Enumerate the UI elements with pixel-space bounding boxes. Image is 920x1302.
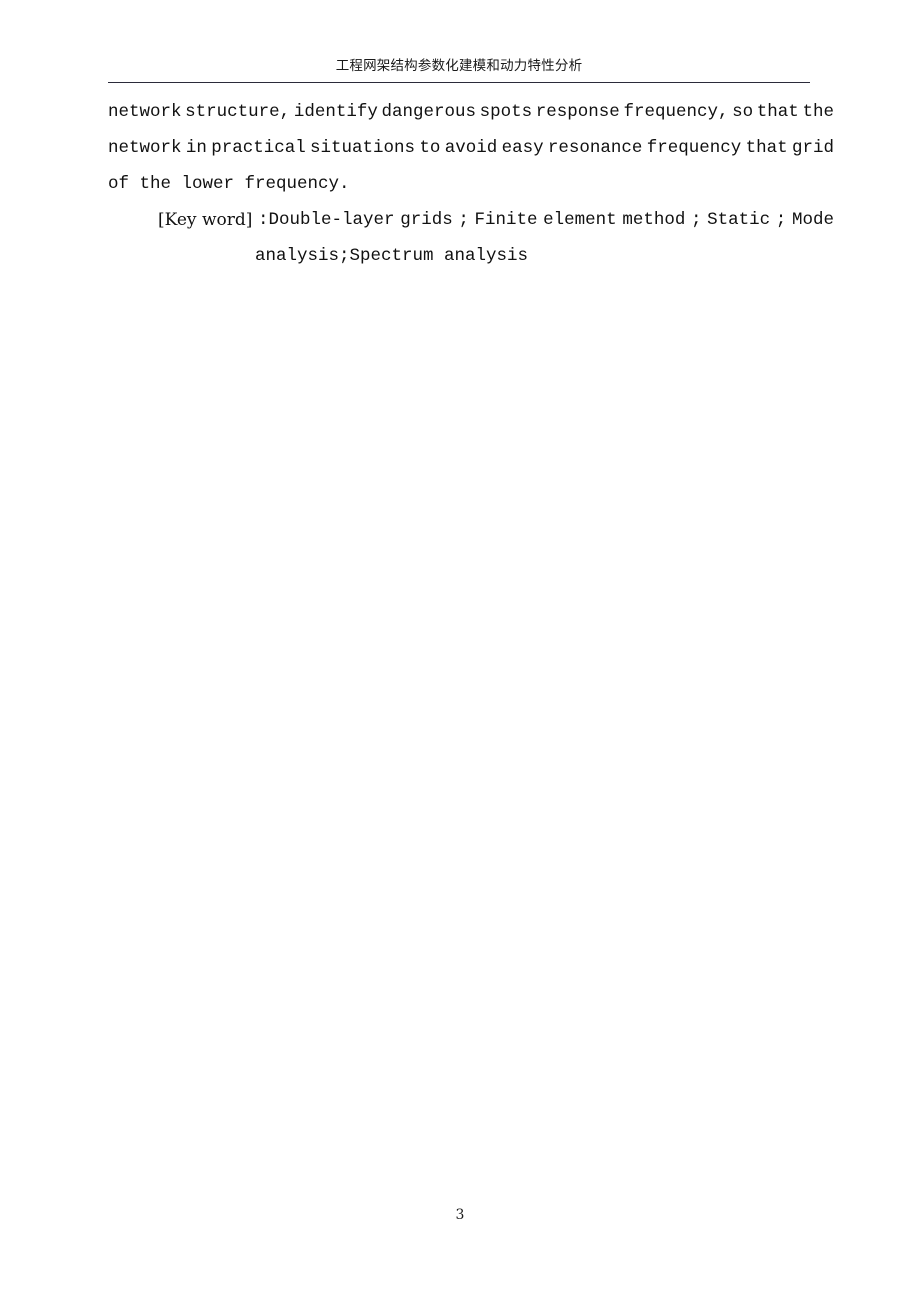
header-divider-rule (108, 82, 810, 83)
body-word: frequency, (623, 102, 729, 122)
page-header: 工程网架结构参数化建模和动力特性分析 (108, 56, 810, 76)
keyword-token: ; (458, 210, 469, 230)
body-word: so (732, 102, 754, 122)
body-word: frequency (646, 138, 742, 158)
body-word: resonance (547, 138, 643, 158)
body-word: dangerous (381, 102, 476, 122)
keyword-token: grids (400, 210, 453, 230)
keyword-token: Mode (791, 210, 834, 230)
body-word: structure, (185, 102, 291, 122)
body-line-2: network in practical situations to avoid… (108, 130, 834, 166)
keywords-line-2: analysis;Spectrum analysis (255, 246, 529, 266)
keywords-label: [Key word] (158, 210, 253, 230)
keyword-token: Finite (474, 210, 538, 230)
page-number: 3 (455, 1207, 465, 1223)
paragraph-abstract-tail: network structure, identify dangerous sp… (108, 94, 834, 202)
body-word: practical (211, 138, 306, 158)
body-word: situations (310, 138, 416, 158)
body-word: spots (479, 102, 533, 122)
body-word: response (535, 102, 620, 122)
keyword-token: ; (690, 210, 702, 230)
body-word: avoid (444, 138, 498, 158)
keyword-token: method (622, 210, 686, 230)
keyword-token: element (543, 210, 617, 230)
keyword-token: Static (707, 210, 771, 230)
body-line-3: of the lower frequency. (108, 174, 350, 194)
body-word: easy (501, 138, 544, 158)
body-word: in (185, 138, 207, 158)
body-word: grid (791, 138, 834, 158)
body-word: network (108, 138, 182, 158)
keyword-token: ; (775, 210, 787, 230)
keywords-line-1: [Key word] :Double-layer grids ; Finite … (108, 202, 834, 238)
header-title: 工程网架结构参数化建模和动力特性分析 (335, 58, 583, 74)
body-paragraph: network structure, identify dangerous sp… (108, 94, 834, 202)
body-word: the (802, 102, 834, 122)
keyword-token: :Double-layer (258, 210, 395, 230)
document-page: 工程网架结构参数化建模和动力特性分析 network structure, id… (0, 0, 920, 1302)
body-line-1: network structure, identify dangerous sp… (108, 94, 834, 130)
body-word: that (756, 102, 799, 122)
body-word: network (108, 102, 182, 122)
page-footer: 3 (0, 1205, 920, 1225)
body-word: to (419, 138, 441, 158)
body-word: that (745, 138, 788, 158)
keywords-block: [Key word] :Double-layer grids ; Finite … (108, 202, 834, 274)
body-word: identify (293, 102, 378, 122)
